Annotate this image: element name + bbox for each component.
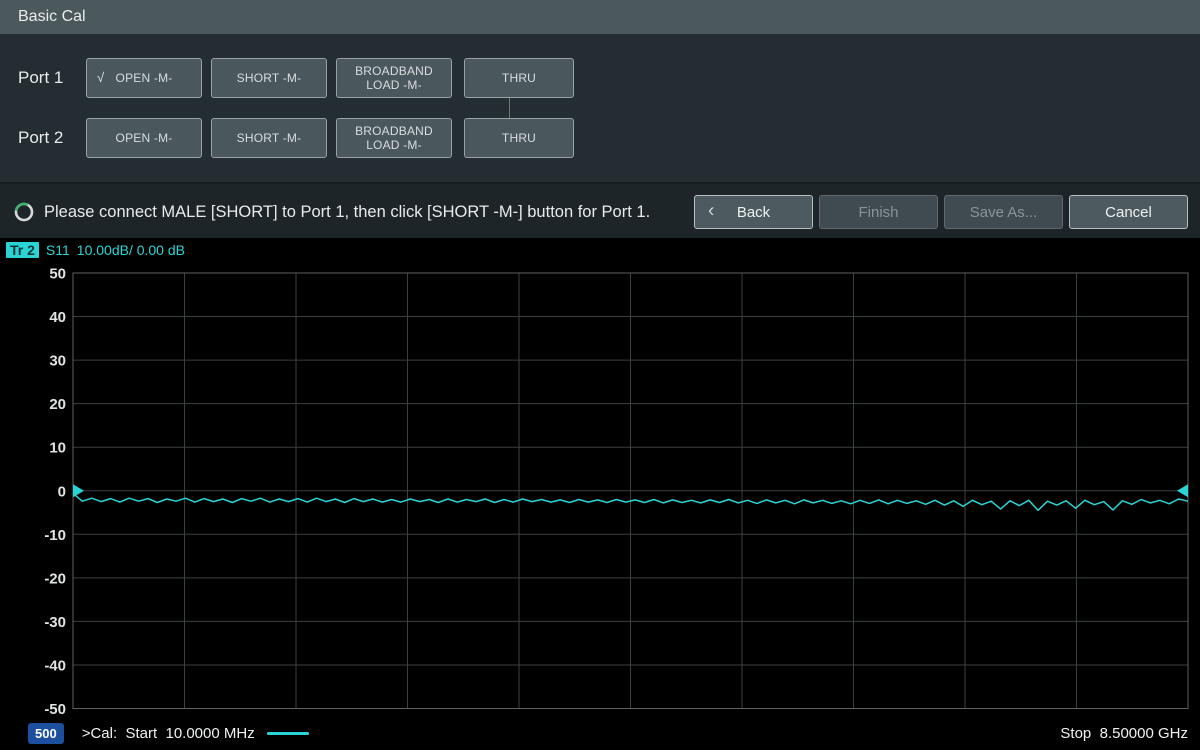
trace-badge[interactable]: Tr 2 xyxy=(6,242,39,258)
finish-button-label: Finish xyxy=(858,204,898,221)
instruction-message: Please connect MALE [SHORT] to Port 1, t… xyxy=(44,184,650,240)
cancel-button-label: Cancel xyxy=(1105,204,1152,221)
port2-row: Port 2 OPEN -M- SHORT -M- BROADBAND LOAD… xyxy=(0,118,574,158)
port2-short-label: SHORT -M- xyxy=(237,131,302,145)
svg-text:30: 30 xyxy=(49,353,66,370)
port1-label: Port 1 xyxy=(18,68,77,88)
trace-scale-text: 10.00dB/ 0.00 dB xyxy=(77,242,185,258)
port1-thru-label: THRU xyxy=(502,71,536,85)
port2-open-button[interactable]: OPEN -M- xyxy=(86,118,202,158)
port1-row: Port 1 √ OPEN -M- SHORT -M- BROADBAND LO… xyxy=(0,58,574,98)
trace-param: S11 xyxy=(46,242,70,258)
svg-text:0: 0 xyxy=(58,483,66,500)
chevron-left-icon: ‹ xyxy=(708,201,714,223)
port1-short-label: SHORT -M- xyxy=(237,71,302,85)
instruction-bar: Please connect MALE [SHORT] to Port 1, t… xyxy=(0,182,1200,238)
port1-open-label: OPEN -M- xyxy=(116,71,173,85)
stop-frequency-text: Stop 8.50000 GHz xyxy=(1060,725,1188,742)
port1-thru-button[interactable]: THRU xyxy=(464,58,574,98)
basic-cal-screen: Basic Cal Port 1 √ OPEN -M- SHORT -M- BR… xyxy=(0,0,1200,750)
port1-short-button[interactable]: SHORT -M- xyxy=(211,58,327,98)
port2-thru-label: THRU xyxy=(502,131,536,145)
save-as-button-label: Save As... xyxy=(970,204,1038,221)
svg-text:40: 40 xyxy=(49,309,66,326)
port2-label: Port 2 xyxy=(18,128,77,148)
port1-open-button[interactable]: √ OPEN -M- xyxy=(86,58,202,98)
progress-ring-icon xyxy=(13,201,35,223)
cal-standards-panel: Port 1 √ OPEN -M- SHORT -M- BROADBAND LO… xyxy=(0,34,1200,182)
save-as-button[interactable]: Save As... xyxy=(944,195,1063,229)
back-button-label: Back xyxy=(737,204,770,221)
trace-color-indicator xyxy=(267,732,309,735)
back-button[interactable]: ‹ Back xyxy=(694,195,813,229)
thru-connector-line xyxy=(509,98,510,119)
wizard-buttons: ‹ Back Finish Save As... Cancel xyxy=(694,195,1188,229)
port2-open-label: OPEN -M- xyxy=(116,131,173,145)
svg-text:-10: -10 xyxy=(44,527,66,544)
dialog-title: Basic Cal xyxy=(18,8,86,26)
s11-plot-section: 50403020100-10-20-30-40-50 Tr 2 S11 10.0… xyxy=(0,238,1200,750)
port2-broadband-load-label: BROADBAND LOAD -M- xyxy=(345,124,443,152)
port2-short-button[interactable]: SHORT -M- xyxy=(211,118,327,158)
plot-status-bar: 500 >Cal: Start 10.0000 MHz Stop 8.50000… xyxy=(0,716,1200,750)
svg-text:-20: -20 xyxy=(44,570,66,587)
svg-text:50: 50 xyxy=(49,266,66,283)
trace-header: Tr 2 S11 10.00dB/ 0.00 dB xyxy=(6,242,185,258)
sweep-points-badge: 500 xyxy=(28,723,64,744)
s11-plot: 50403020100-10-20-30-40-50 xyxy=(0,238,1200,750)
finish-button[interactable]: Finish xyxy=(819,195,938,229)
svg-text:20: 20 xyxy=(49,396,66,413)
port1-broadband-load-button[interactable]: BROADBAND LOAD -M- xyxy=(336,58,452,98)
port1-broadband-load-label: BROADBAND LOAD -M- xyxy=(345,64,443,92)
svg-text:-40: -40 xyxy=(44,657,66,674)
svg-text:-30: -30 xyxy=(44,614,66,631)
svg-text:10: 10 xyxy=(49,440,66,457)
dialog-titlebar: Basic Cal xyxy=(0,0,1200,34)
check-icon: √ xyxy=(97,71,104,85)
cal-start-text: >Cal: Start 10.0000 MHz xyxy=(82,725,255,742)
port2-thru-button[interactable]: THRU xyxy=(464,118,574,158)
cancel-button[interactable]: Cancel xyxy=(1069,195,1188,229)
port2-broadband-load-button[interactable]: BROADBAND LOAD -M- xyxy=(336,118,452,158)
